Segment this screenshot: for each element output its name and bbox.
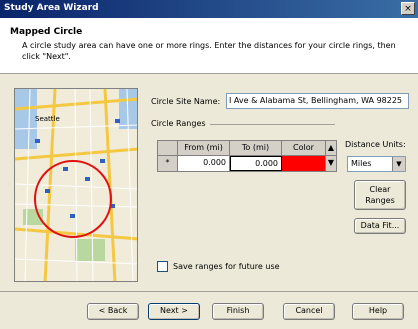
- finish-button[interactable]: Finish: [212, 303, 264, 320]
- distance-units-select[interactable]: Miles ▼: [347, 156, 406, 172]
- distance-units-label: Distance Units:: [345, 140, 406, 149]
- scroll-down-icon[interactable]: ▼: [326, 156, 336, 171]
- circle-ranges-label: Circle Ranges: [151, 119, 206, 128]
- help-button[interactable]: Help: [352, 303, 404, 320]
- chevron-down-icon[interactable]: ▼: [392, 157, 405, 171]
- title-bar: Study Area Wizard ×: [0, 0, 418, 18]
- grid-corner-cell: [158, 141, 178, 156]
- back-button[interactable]: < Back: [87, 303, 139, 320]
- header-color: Color: [282, 141, 326, 156]
- park-area: [75, 239, 105, 261]
- data-fit-button[interactable]: Data Fit...: [354, 218, 406, 234]
- map-city-label: Seattle: [35, 115, 60, 123]
- map-preview: Seattle: [14, 88, 138, 282]
- site-name-label: Circle Site Name:: [151, 97, 221, 106]
- next-button[interactable]: Next >: [148, 303, 200, 320]
- page-title: Mapped Circle: [10, 27, 83, 37]
- water-area: [15, 89, 37, 149]
- group-divider: [210, 124, 335, 125]
- site-name-input[interactable]: I Ave & Alabama St, Bellingham, WA 98225: [226, 93, 409, 109]
- footer-divider: [0, 291, 418, 292]
- ranges-grid[interactable]: From (mi) To (mi) Color ▲ * 0.000 0.000 …: [157, 140, 337, 172]
- study-area-wizard-window: Study Area Wizard × Mapped Circle A circ…: [0, 0, 418, 329]
- clear-ranges-label-2: Ranges: [365, 196, 395, 205]
- clear-ranges-button[interactable]: Clear Ranges: [354, 180, 406, 210]
- from-cell[interactable]: 0.000: [178, 156, 230, 171]
- header-from: From (mi): [178, 141, 230, 156]
- color-cell[interactable]: [282, 156, 326, 171]
- distance-units-value: Miles: [351, 159, 372, 168]
- wizard-header: Mapped Circle A circle study area can ha…: [0, 18, 418, 74]
- to-cell[interactable]: 0.000: [230, 156, 282, 171]
- scroll-up-icon[interactable]: ▲: [326, 141, 336, 156]
- close-icon[interactable]: ×: [401, 2, 415, 15]
- header-to: To (mi): [230, 141, 282, 156]
- window-title: Study Area Wizard: [4, 3, 99, 13]
- page-description: A circle study area can have one or more…: [22, 41, 396, 61]
- clear-ranges-label-1: Clear: [369, 185, 391, 194]
- save-ranges-label: Save ranges for future use: [173, 262, 280, 271]
- save-ranges-checkbox[interactable]: [157, 261, 168, 272]
- row-marker: *: [158, 156, 178, 171]
- cancel-button[interactable]: Cancel: [283, 303, 335, 320]
- map-graphic: Seattle: [15, 89, 137, 281]
